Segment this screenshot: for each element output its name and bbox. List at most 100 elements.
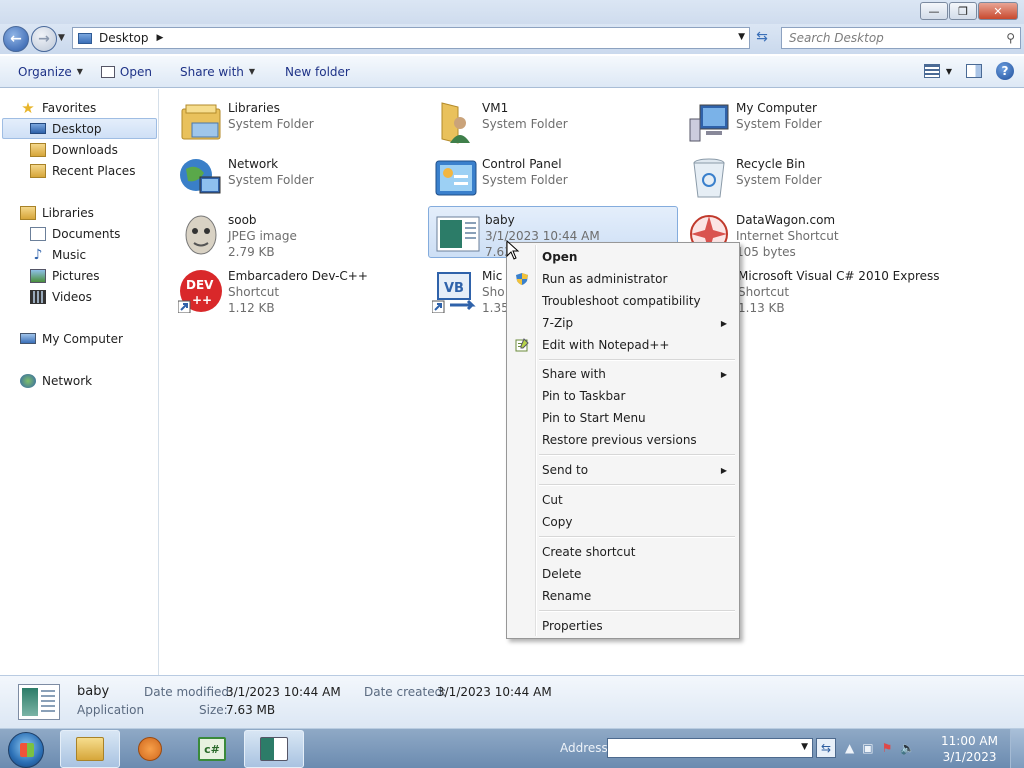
sidebar-item-pictures[interactable]: Pictures xyxy=(30,265,100,286)
menu-item-pin-start[interactable]: Pin to Start Menu xyxy=(509,407,737,429)
sidebar-item-documents[interactable]: Documents xyxy=(30,223,120,244)
share-with-button[interactable]: Share with ▼ xyxy=(171,60,264,84)
sidebar-item-recent-places[interactable]: Recent Places xyxy=(30,160,135,181)
taskbar-address-go-button[interactable]: ⇆ xyxy=(816,738,836,758)
action-center-icon[interactable]: ⚑ xyxy=(882,741,893,755)
back-button[interactable]: ← xyxy=(3,26,29,52)
recent-pages-dropdown[interactable]: ▼ xyxy=(58,33,65,43)
change-view-button[interactable]: ▼ xyxy=(923,64,952,78)
videos-icon xyxy=(30,289,46,304)
details-file-name: baby xyxy=(77,684,110,699)
menu-item-create-shortcut[interactable]: Create shortcut xyxy=(509,541,737,563)
file-item[interactable]: VM1 System Folder xyxy=(426,95,676,147)
file-type: JPEG image xyxy=(228,229,297,243)
navigation-pane: ★ Favorites Desktop Downloads Recent Pla… xyxy=(0,89,159,675)
taskbar-explorer-button[interactable] xyxy=(60,730,120,768)
search-icon[interactable]: ⚲ xyxy=(1006,31,1015,45)
pictures-icon xyxy=(30,268,46,283)
file-item[interactable]: soob JPEG image 2.79 KB xyxy=(172,207,422,259)
help-icon[interactable]: ? xyxy=(996,62,1014,80)
chevron-down-icon[interactable]: ▼ xyxy=(801,742,808,752)
menu-item-open[interactable]: Open xyxy=(509,246,737,268)
sidebar-item-label: Recent Places xyxy=(52,163,136,178)
sidebar-item-videos[interactable]: Videos xyxy=(30,286,92,307)
sidebar-item-favorites[interactable]: ★ Favorites xyxy=(20,97,96,118)
show-hidden-icons-icon[interactable]: ▲ xyxy=(845,741,854,755)
file-item[interactable]: Control Panel System Folder xyxy=(426,151,676,203)
sidebar-item-label: Pictures xyxy=(52,268,100,283)
date-created-label: Date created: xyxy=(364,685,447,699)
submenu-arrow-icon: ▶ xyxy=(720,465,727,475)
menu-item-edit-notepad[interactable]: Edit with Notepad++ xyxy=(509,334,737,356)
taskbar-address-input[interactable]: ▼ xyxy=(607,738,813,758)
breadcrumb-desktop[interactable]: Desktop xyxy=(99,31,149,45)
file-item[interactable]: DEV ++ Embarcadero Dev-C++ Shortcut 1.12 … xyxy=(172,263,422,315)
application-icon xyxy=(18,684,60,720)
menu-item-label: Pin to Taskbar xyxy=(542,389,626,403)
sidebar-item-my-computer[interactable]: My Computer xyxy=(20,328,123,349)
recycle-bin-icon xyxy=(686,155,732,201)
menu-item-pin-taskbar[interactable]: Pin to Taskbar xyxy=(509,385,737,407)
minimize-button[interactable]: — xyxy=(920,2,948,20)
file-name: VM1 xyxy=(482,101,509,115)
menu-separator xyxy=(539,610,735,612)
taskbar-csharp-button[interactable]: c# xyxy=(182,730,242,768)
taskbar-baby-app-button[interactable] xyxy=(244,730,304,768)
organize-button[interactable]: Organize ▼ xyxy=(9,60,92,84)
search-input[interactable]: Search Desktop ⚲ xyxy=(781,27,1021,49)
menu-separator xyxy=(539,484,735,486)
sidebar-item-label: Music xyxy=(52,247,87,262)
menu-item-7zip[interactable]: 7-Zip ▶ xyxy=(509,312,737,334)
menu-item-delete[interactable]: Delete xyxy=(509,563,737,585)
sidebar-item-desktop[interactable]: Desktop xyxy=(2,118,157,139)
taskbar-media-player-button[interactable] xyxy=(120,730,180,768)
system-tray: ▲ ▣ ⚑ 🔈 xyxy=(845,741,915,755)
open-icon xyxy=(100,65,115,78)
network-status-icon[interactable]: ▣ xyxy=(862,741,873,755)
new-folder-button[interactable]: New folder xyxy=(276,60,359,84)
details-file-type: Application xyxy=(77,703,145,717)
system-clock[interactable]: 11:00 AM 3/1/2023 xyxy=(941,733,998,765)
file-item[interactable]: My Computer System Folder xyxy=(680,95,930,147)
file-item[interactable]: Libraries System Folder xyxy=(172,95,422,147)
shield-icon xyxy=(515,272,529,286)
address-bar[interactable]: Desktop ▶ ▼ xyxy=(72,27,750,49)
sidebar-item-label: My Computer xyxy=(42,331,123,346)
sidebar-item-downloads[interactable]: Downloads xyxy=(30,139,118,160)
menu-item-cut[interactable]: Cut xyxy=(509,489,737,511)
share-with-label: Share with xyxy=(179,64,244,79)
file-size: 1.35 xyxy=(482,301,509,315)
open-label: Open xyxy=(119,64,152,79)
size-label: Size: xyxy=(199,703,228,717)
sidebar-item-network[interactable]: Network xyxy=(20,370,92,391)
preview-pane-icon[interactable] xyxy=(966,64,982,78)
sidebar-item-libraries[interactable]: Libraries xyxy=(20,202,94,223)
file-type: System Folder xyxy=(736,173,822,187)
sidebar-item-music[interactable]: ♪ Music xyxy=(30,244,87,265)
open-button[interactable]: Open xyxy=(92,60,161,84)
menu-item-share-with[interactable]: Share with ▶ xyxy=(509,363,737,385)
breadcrumb-arrow-icon[interactable]: ▶ xyxy=(157,33,164,43)
menu-item-properties[interactable]: Properties xyxy=(509,615,737,637)
menu-item-label: Cut xyxy=(542,493,563,507)
menu-item-restore-versions[interactable]: Restore previous versions xyxy=(509,429,737,451)
chevron-down-icon: ▼ xyxy=(248,67,256,76)
menu-item-rename[interactable]: Rename xyxy=(509,585,737,607)
file-item[interactable]: Recycle Bin System Folder xyxy=(680,151,930,203)
show-desktop-button[interactable] xyxy=(1010,729,1024,768)
file-item[interactable]: Network System Folder xyxy=(172,151,422,203)
taskbar: c# Address ▼ ⇆ ▲ ▣ ⚑ 🔈 11:00 AM 3/1/2023 xyxy=(0,728,1024,768)
file-name: Mic xyxy=(482,269,503,283)
computer-icon xyxy=(686,99,732,145)
file-name: Microsoft Visual C# 2010 Express xyxy=(738,269,940,283)
maximize-button[interactable]: ❐ xyxy=(949,2,977,20)
volume-icon[interactable]: 🔈 xyxy=(900,741,915,755)
menu-item-send-to[interactable]: Send to ▶ xyxy=(509,459,737,481)
start-button[interactable] xyxy=(8,732,44,768)
close-button[interactable]: ✕ xyxy=(978,2,1018,20)
address-dropdown-icon[interactable]: ▼ xyxy=(738,32,745,42)
image-icon xyxy=(178,211,224,257)
forward-button[interactable]: → xyxy=(31,26,57,52)
menu-item-copy[interactable]: Copy xyxy=(509,511,737,533)
refresh-button[interactable]: ⇆ xyxy=(752,29,772,49)
